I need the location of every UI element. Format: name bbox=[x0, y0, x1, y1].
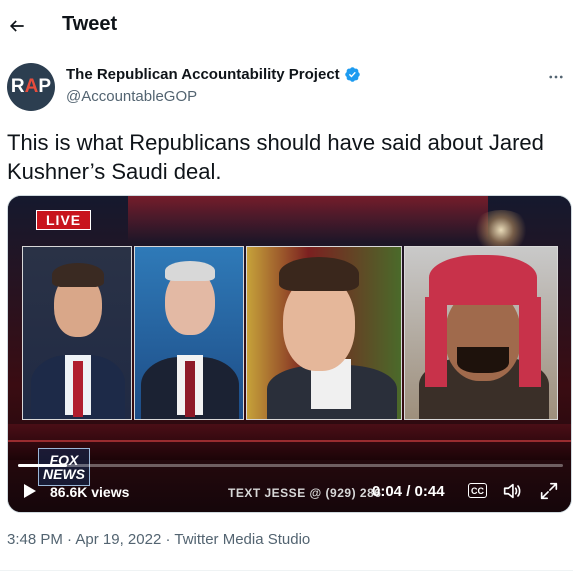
avatar-logo-text: RAP bbox=[10, 76, 52, 97]
live-badge: LIVE bbox=[36, 210, 92, 230]
tweet-text: This is what Republicans should have sai… bbox=[7, 130, 544, 184]
closed-captions-icon: CC bbox=[471, 485, 484, 496]
video-time: 0:04 / 0:44 bbox=[372, 483, 445, 500]
top-bar: Tweet bbox=[0, 0, 573, 52]
video-progress-bar[interactable] bbox=[18, 464, 563, 467]
author-display-name[interactable]: The Republican Accountability Project bbox=[66, 66, 340, 83]
fullscreen-icon bbox=[540, 482, 558, 500]
fullscreen-button[interactable] bbox=[538, 480, 560, 502]
more-horizontal-icon bbox=[549, 75, 563, 79]
play-icon bbox=[24, 484, 36, 498]
closed-captions-button[interactable]: CC bbox=[468, 483, 487, 498]
studio-floor-line bbox=[8, 440, 571, 442]
page-title: Tweet bbox=[62, 13, 118, 35]
arrow-left-icon bbox=[9, 20, 24, 32]
studio-spotlight bbox=[471, 210, 531, 250]
avatar[interactable]: RAP bbox=[7, 63, 55, 111]
more-options-button[interactable] bbox=[545, 66, 567, 88]
video-progress-fill bbox=[18, 464, 68, 467]
verified-badge-icon bbox=[344, 66, 361, 83]
volume-icon bbox=[503, 483, 521, 499]
author-name-row: The Republican Accountability Project bbox=[66, 66, 361, 83]
tweet-time[interactable]: 3:48 PM bbox=[7, 531, 63, 548]
studio-floor bbox=[8, 424, 571, 460]
back-button[interactable] bbox=[0, 9, 34, 43]
video-panel-guest bbox=[134, 246, 244, 420]
divider bbox=[0, 570, 573, 571]
video-panel-mbs bbox=[404, 246, 558, 420]
author-handle[interactable]: @AccountableGOP bbox=[66, 88, 197, 105]
studio-light-streak bbox=[128, 196, 488, 242]
video-controls: 86.6K views TEXT JESSE @ (929) 286 0:04 … bbox=[8, 476, 571, 508]
tweet-date[interactable]: Apr 19, 2022 bbox=[75, 531, 161, 548]
broadcast-ticker: TEXT JESSE @ (929) 286 bbox=[228, 486, 382, 500]
play-button[interactable] bbox=[22, 482, 38, 500]
volume-button[interactable] bbox=[501, 480, 523, 502]
tweet-meta: 3:48 PM · Apr 19, 2022 · Twitter Media S… bbox=[7, 531, 310, 548]
video-player[interactable]: LIVE FOX NEWS 86.6K views TEXT JESSE @ (… bbox=[7, 195, 572, 513]
view-count: 86.6K views bbox=[50, 484, 130, 500]
video-panel-host bbox=[22, 246, 132, 420]
tweet-source[interactable]: Twitter Media Studio bbox=[174, 531, 310, 548]
meta-separator: · bbox=[62, 531, 76, 548]
tweet-author: RAP The Republican Accountability Projec… bbox=[0, 60, 573, 116]
meta-separator: · bbox=[161, 531, 175, 548]
video-panel-kushner bbox=[246, 246, 402, 420]
